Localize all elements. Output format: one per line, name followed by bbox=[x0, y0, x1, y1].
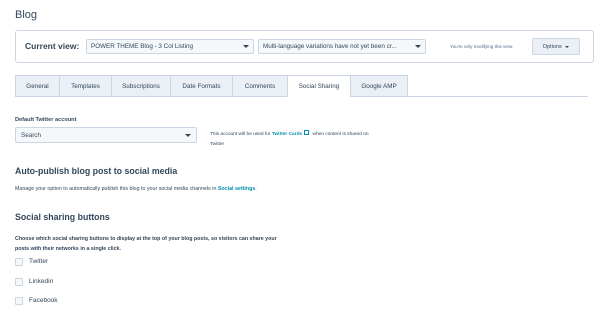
options-button[interactable]: Options bbox=[532, 38, 580, 55]
checkbox-facebook[interactable]: Facebook bbox=[15, 296, 58, 305]
twitter-cards-link[interactable]: Twitter Cards bbox=[272, 132, 302, 137]
current-view-label: Current view: bbox=[25, 41, 80, 51]
social-buttons-title: Social sharing buttons bbox=[15, 212, 110, 222]
tab-google-amp[interactable]: Google AMP bbox=[350, 75, 408, 97]
caret-down-icon bbox=[243, 45, 249, 48]
theme-select[interactable]: POWER THEME Blog - 3 Col Listing bbox=[86, 39, 254, 54]
auto-publish-desc: Manage your option to automatically publ… bbox=[15, 186, 217, 192]
auto-publish-title: Auto-publish blog post to social media bbox=[15, 166, 178, 176]
help-line2: Twitter bbox=[210, 142, 225, 147]
help-prefix: This account will be used for bbox=[210, 132, 271, 137]
checkbox-label: Facebook bbox=[29, 297, 58, 304]
page-title: Blog bbox=[15, 9, 38, 21]
auto-publish-text: Manage your option to automatically publ… bbox=[15, 184, 257, 194]
current-view-bar: Current view: POWER THEME Blog - 3 Col L… bbox=[15, 30, 594, 63]
modify-note: You're only modifying this view. bbox=[450, 44, 514, 49]
theme-select-value: POWER THEME Blog - 3 Col Listing bbox=[91, 43, 194, 50]
twitter-account-select[interactable]: Search bbox=[15, 127, 197, 143]
language-select[interactable]: Multi-language variations have not yet b… bbox=[258, 39, 426, 54]
checkbox-icon[interactable] bbox=[15, 257, 23, 266]
tab-subscriptions[interactable]: Subscriptions bbox=[111, 75, 170, 97]
checkbox-icon[interactable] bbox=[15, 277, 23, 286]
twitter-account-value: Search bbox=[21, 132, 41, 139]
twitter-account-label: Default Twitter account bbox=[15, 117, 77, 123]
checkbox-label: Linkedin bbox=[29, 278, 54, 285]
external-link-icon bbox=[304, 130, 310, 135]
checkbox-linkedin[interactable]: Linkedin bbox=[15, 277, 53, 286]
caret-down-icon bbox=[565, 45, 570, 48]
social-settings-link[interactable]: Social settings bbox=[218, 186, 255, 192]
language-select-value: Multi-language variations have not yet b… bbox=[263, 43, 397, 50]
checkbox-label: Twitter bbox=[29, 258, 49, 265]
caret-down-icon bbox=[415, 45, 421, 48]
auto-publish-suffix: . bbox=[255, 186, 257, 192]
caret-down-icon bbox=[185, 134, 191, 137]
tab-general[interactable]: General bbox=[15, 75, 59, 97]
tab-templates[interactable]: Templates bbox=[59, 75, 111, 97]
tab-social-sharing[interactable]: Social Sharing bbox=[287, 75, 350, 97]
tab-comments[interactable]: Comments bbox=[232, 75, 287, 97]
settings-tabs: General Templates Subscriptions Date For… bbox=[15, 75, 408, 97]
social-buttons-text: Choose which social sharing buttons to d… bbox=[15, 236, 277, 252]
checkbox-twitter[interactable]: Twitter bbox=[15, 257, 48, 266]
options-label: Options bbox=[542, 44, 562, 50]
tab-date-formats[interactable]: Date Formats bbox=[170, 75, 232, 97]
tab-divider bbox=[408, 96, 588, 97]
twitter-help-text: This account will be used for Twitter Ca… bbox=[210, 130, 390, 150]
checkbox-icon[interactable] bbox=[15, 296, 23, 305]
help-suffix: when content is shared on bbox=[312, 132, 369, 137]
